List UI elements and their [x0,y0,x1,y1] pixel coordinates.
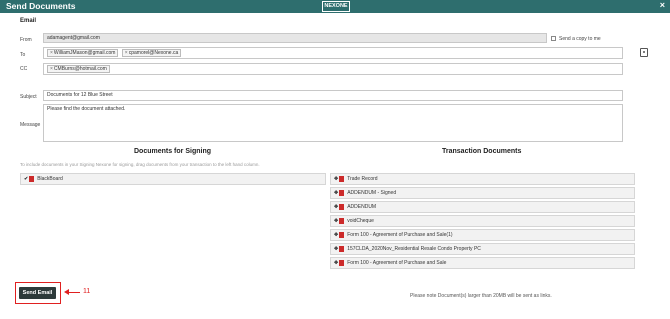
signing-hint: To include documents in your Signing Nex… [20,162,260,167]
message-label: Message [20,122,41,128]
close-icon[interactable]: × [660,0,665,10]
send-copy-checkbox[interactable]: Send a copy to me [551,36,601,42]
transaction-doc-row[interactable]: ✥ Form 100 - Agreement of Purchase and Sa… [330,257,635,269]
send-email-button[interactable]: Send Email [19,287,56,299]
transaction-doc-name: 157CLDA_2020Nov_Residential Resale Condo… [347,246,481,252]
transaction-doc-name: voidCheque [347,218,374,224]
from-label: From [20,37,32,43]
transaction-doc-name: Form 100 - Agreement of Purchase and Sal… [347,260,447,266]
transaction-doc-name: ADDENDUM [347,204,377,210]
pdf-icon [339,189,345,196]
cc-recipient: CMBurns@hotmail.com [53,66,107,72]
transaction-doc-row[interactable]: ✥ 157CLDA_2020Nov_Residential Resale Cond… [330,243,635,255]
transaction-doc-row[interactable]: ✥ ADDENDUM [330,201,635,213]
from-field: adamagent@gmail.com [43,33,547,43]
remove-icon[interactable]: × [50,50,53,56]
pdf-icon [339,217,345,224]
address-book-icon[interactable] [640,48,648,57]
email-section-title: Email [20,18,37,24]
to-recipient: WilliamJMason@gmail.com [53,50,116,56]
pdf-icon [29,175,35,182]
signing-doc-row[interactable]: ✔ BlackBoard [20,173,326,185]
drag-handle-icon[interactable]: ✥ [334,190,338,196]
to-field[interactable]: ×WilliamJMason@gmail.com ×cpamorel@Nexon… [43,47,623,59]
drag-handle-icon[interactable]: ✥ [334,176,338,182]
size-note: Please note Document(s) larger than 20MB… [410,293,552,299]
cc-field[interactable]: ×CMBurns@hotmail.com [43,63,623,75]
checkmark-icon: ✔ [24,176,29,182]
remove-icon[interactable]: × [50,66,53,72]
nexone-logo: NEXONE [322,1,350,12]
checkbox-box[interactable] [551,36,556,42]
to-recipient-chip[interactable]: ×cpamorel@Nexone.ca [121,49,182,57]
drag-handle-icon[interactable]: ✥ [334,232,338,238]
to-label: To [20,52,26,58]
drag-handle-icon[interactable]: ✥ [334,218,338,224]
transaction-doc-row[interactable]: ✥ ADDENDUM - Signed [330,187,635,199]
drag-handle-icon[interactable]: ✥ [334,260,338,266]
transaction-doc-name: Trade Record [347,176,378,182]
transaction-doc-row[interactable]: ✥ voidCheque [330,215,635,227]
drag-handle-icon[interactable]: ✥ [334,204,338,210]
send-copy-label: Send a copy to me [559,36,601,42]
pdf-icon [339,259,345,266]
title-bar: Send Documents NEXONE × [0,0,670,13]
transaction-doc-name: ADDENDUM - Signed [347,190,397,196]
cc-recipient-chip[interactable]: ×CMBurns@hotmail.com [47,65,110,73]
pdf-icon [339,203,345,210]
pdf-icon [339,231,345,238]
remove-icon[interactable]: × [125,50,128,56]
drag-handle-icon[interactable]: ✥ [334,246,338,252]
pdf-icon [339,245,345,252]
cc-label: CC [20,66,28,72]
pdf-icon [339,175,345,182]
to-recipient: cpamorel@Nexone.ca [128,50,179,56]
transaction-doc-row[interactable]: ✥ Trade Record [330,173,635,185]
transaction-column-title: Transaction Documents [442,148,522,155]
to-recipient-chip[interactable]: ×WilliamJMason@gmail.com [47,49,119,57]
step-number: 11 [83,288,91,295]
arrow-line [67,292,80,293]
transaction-doc-name: Form 100 - Agreement of Purchase and Sal… [347,232,453,238]
signing-column-title: Documents for Signing [134,148,211,155]
signing-doc-name: BlackBoard [37,176,63,182]
transaction-doc-row[interactable]: ✥ Form 100 - Agreement of Purchase and Sa… [330,229,635,241]
subject-label: Subject [20,94,37,100]
message-textarea[interactable]: Please find the document attached. [43,104,623,142]
dialog-title: Send Documents [6,1,76,11]
subject-input[interactable]: Documents for 12 Blue Street [43,90,623,101]
